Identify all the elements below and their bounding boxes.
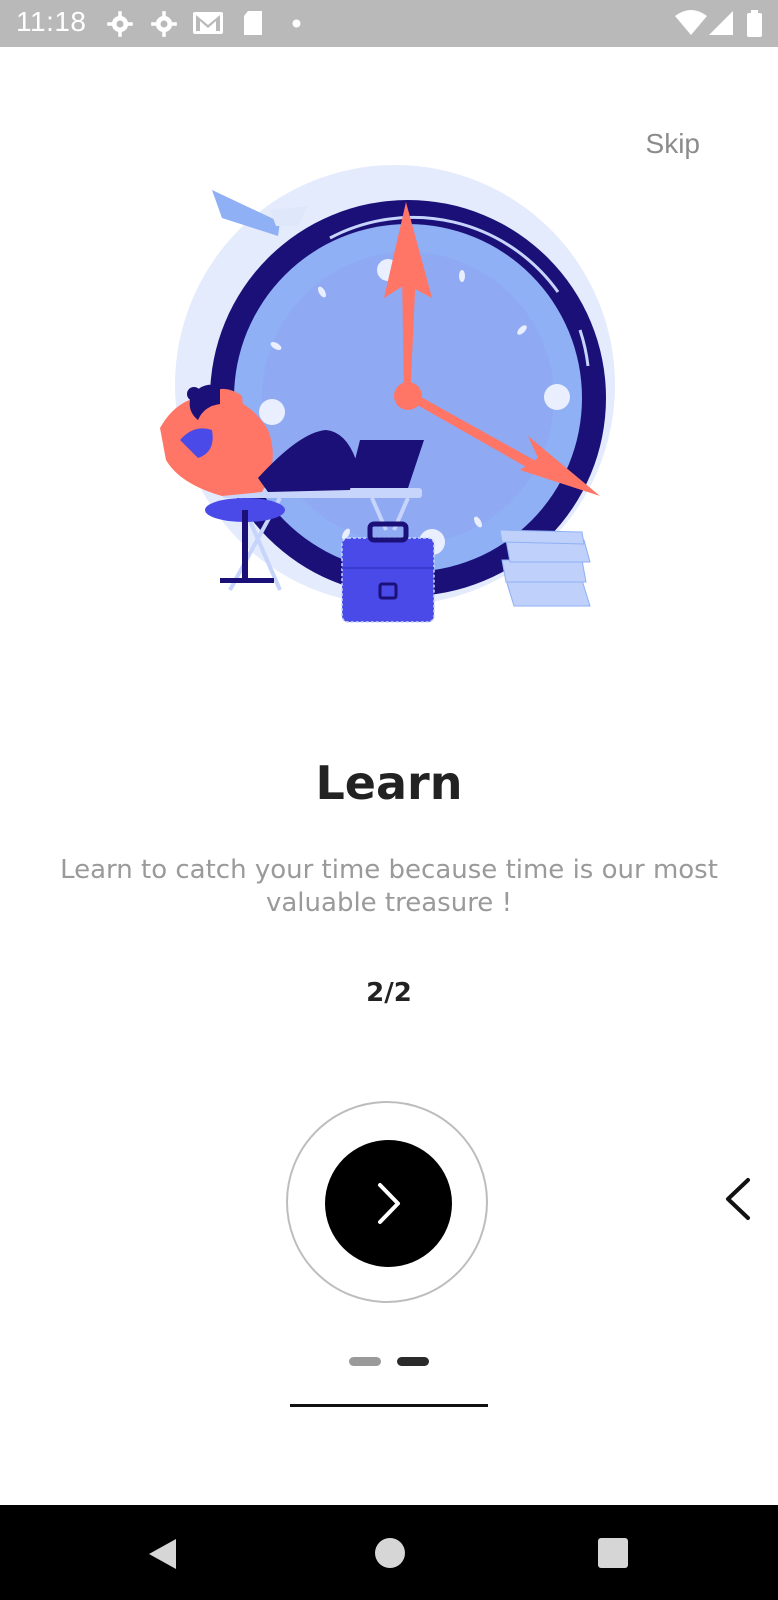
- home-icon[interactable]: [373, 1536, 407, 1570]
- status-time: 11:18: [16, 6, 87, 37]
- battery-icon: [747, 10, 762, 37]
- settings-icon: [107, 11, 133, 37]
- page-description: Learn to catch your time because time is…: [40, 854, 738, 920]
- description-line-2: valuable treasure !: [265, 888, 512, 918]
- recents-icon[interactable]: [597, 1537, 629, 1569]
- chevron-left-icon: [726, 1178, 750, 1220]
- system-nav-bar: [0, 1505, 778, 1600]
- next-button[interactable]: [325, 1140, 452, 1267]
- settings-icon: [151, 11, 177, 37]
- page-indicator-dot-1: [349, 1357, 381, 1366]
- clock-illustration: [160, 165, 615, 623]
- page-title: Learn: [315, 756, 463, 810]
- status-bar: 11:18: [0, 0, 778, 47]
- skip-button[interactable]: Skip: [646, 128, 700, 160]
- page-counter: 2/2: [366, 978, 412, 1008]
- dot-icon: [292, 19, 301, 28]
- signal-icon: [709, 11, 733, 35]
- previous-button[interactable]: [720, 1176, 756, 1222]
- chevron-right-icon: [378, 1183, 400, 1224]
- wifi-icon: [675, 10, 707, 35]
- sd-card-icon: [244, 11, 262, 35]
- page-indicator-dot-2-active: [397, 1357, 429, 1366]
- divider-line: [290, 1404, 488, 1407]
- gmail-icon: [193, 12, 223, 34]
- description-line-1: Learn to catch your time because time is…: [60, 855, 718, 885]
- back-icon[interactable]: [146, 1537, 180, 1571]
